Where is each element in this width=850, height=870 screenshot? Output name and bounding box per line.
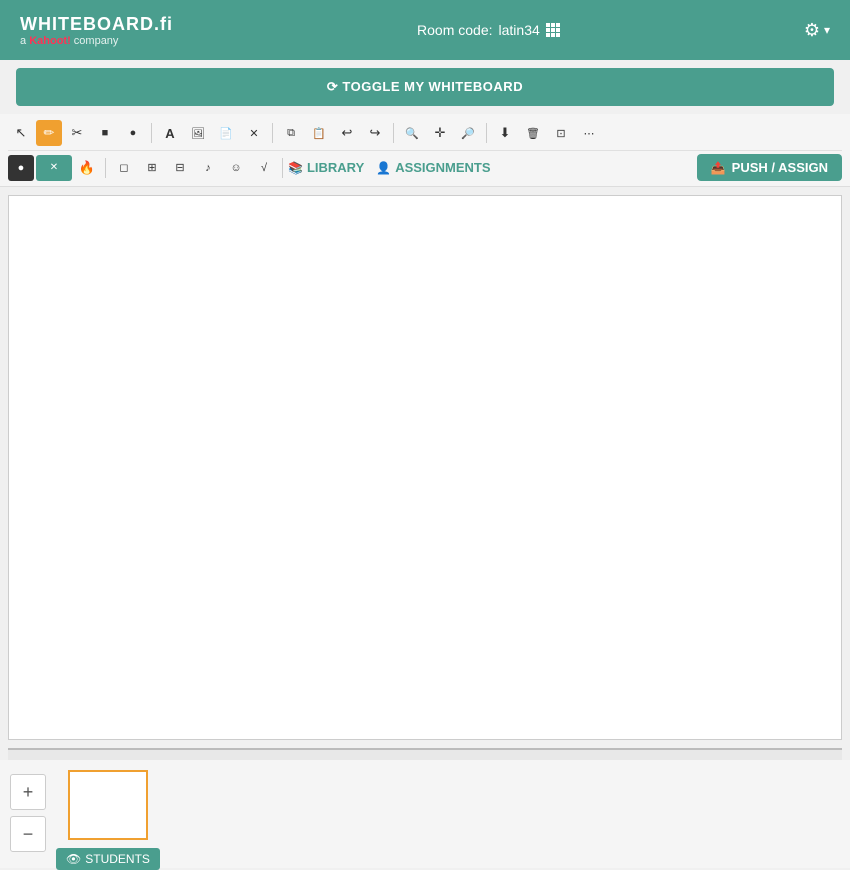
separator-4: [486, 123, 487, 143]
settings-button[interactable]: ⚙ ▾: [804, 20, 830, 41]
paste-tool[interactable]: 📋: [306, 120, 332, 146]
push-assign-icon: 📤: [711, 161, 726, 175]
logo-text: WHITEBOARD.fi: [20, 14, 173, 35]
logo-area: WHITEBOARD.fi a Kahoot! company: [20, 14, 173, 47]
math-button[interactable]: √: [251, 155, 277, 181]
emoji-button[interactable]: ☺: [223, 155, 249, 181]
students-eye-icon: 👁: [66, 852, 81, 866]
cross-tool[interactable]: ✕: [241, 120, 267, 146]
settings-dropdown-arrow: ▾: [824, 23, 830, 37]
assignments-icon: 👤: [376, 161, 391, 175]
text-tool[interactable]: A: [157, 120, 183, 146]
gear-icon: ⚙: [804, 20, 820, 41]
assignments-link[interactable]: 👤 ASSIGNMENTS: [376, 160, 490, 175]
toolbar-row1: ↖ ✏ ✂ ■ ● A 🖼 📄 ✕ ⧉ 📋 ↩ ↪ 🔍 ✛ 🔎 ⬇ 🗑 ⊡ ⋯: [8, 116, 842, 151]
push-assign-label: PUSH / ASSIGN: [732, 160, 828, 175]
move-tool[interactable]: ✛: [427, 120, 453, 146]
grid-icon: [546, 23, 560, 37]
bottom-strip: [8, 748, 842, 760]
library-link[interactable]: 📚 LIBRARY: [288, 160, 364, 175]
toolbar-area: ↖ ✏ ✂ ■ ● A 🖼 📄 ✕ ⧉ 📋 ↩ ↪ 🔍 ✛ 🔎 ⬇ 🗑 ⊡ ⋯ …: [0, 114, 850, 187]
separator-2: [272, 123, 273, 143]
pen-tool[interactable]: ✏: [36, 120, 62, 146]
header: WHITEBOARD.fi a Kahoot! company Room cod…: [0, 0, 850, 60]
image-tool[interactable]: 🖼: [185, 120, 211, 146]
toolbar-row2: ● ✕ 🔥 ◻ ⊞ ⊟ ♪ ☺ √ 📚 LIBRARY 👤 ASSIGNMENT…: [8, 151, 842, 184]
nav-links: 📚 LIBRARY 👤 ASSIGNMENTS: [288, 160, 491, 175]
toggle-whiteboard-button[interactable]: ⟳ TOGGLE MY WHITEBOARD: [16, 68, 834, 106]
separator-row2b: [282, 158, 283, 178]
zoom-in-tool[interactable]: 🔍: [399, 120, 425, 146]
thumbnails-area: + − 👁 STUDENTS: [0, 760, 850, 868]
eraser-x-icon: ✕: [50, 162, 58, 173]
room-code-area: Room code: latin34: [417, 22, 560, 38]
music-button[interactable]: ♪: [195, 155, 221, 181]
room-code-label: Room code:: [417, 22, 492, 38]
logo-sub: a Kahoot! company: [20, 35, 173, 47]
color-black-button[interactable]: ●: [8, 155, 34, 181]
separator-row2: [105, 158, 106, 178]
toggle-whiteboard-label: ⟳ TOGGLE MY WHITEBOARD: [327, 79, 523, 95]
separator-3: [393, 123, 394, 143]
page-thumbnail-container: 👁 STUDENTS: [56, 770, 160, 870]
square-tool[interactable]: ■: [92, 120, 118, 146]
copy-tool[interactable]: ⧉: [278, 120, 304, 146]
toggle-bar-container: ⟳ TOGGLE MY WHITEBOARD: [0, 60, 850, 114]
cut-tool[interactable]: ✂: [64, 120, 90, 146]
select-tool[interactable]: ↖: [8, 120, 34, 146]
clear-tool[interactable]: ⊡: [548, 120, 574, 146]
students-button[interactable]: 👁 STUDENTS: [56, 848, 160, 870]
table1-button[interactable]: ⊞: [139, 155, 165, 181]
document-tool[interactable]: 📄: [213, 120, 239, 146]
library-label: LIBRARY: [307, 160, 364, 175]
library-icon: 📚: [288, 161, 303, 175]
download-tool[interactable]: ⬇: [492, 120, 518, 146]
room-code-value: latin34: [499, 22, 540, 38]
zoom-out-tool[interactable]: 🔎: [455, 120, 481, 146]
remove-page-button[interactable]: −: [10, 816, 46, 852]
kahoot-brand: Kahoot!: [29, 35, 71, 47]
undo-tool[interactable]: ↩: [334, 120, 360, 146]
separator-1: [151, 123, 152, 143]
eraser-x-button[interactable]: ✕: [36, 155, 72, 181]
delete-page-tool[interactable]: 🗑: [520, 120, 546, 146]
students-label: STUDENTS: [85, 852, 150, 866]
fire-button[interactable]: 🔥: [74, 155, 100, 181]
eraser-shape-button[interactable]: ◻: [111, 155, 137, 181]
assignments-label: ASSIGNMENTS: [395, 160, 490, 175]
whiteboard-canvas[interactable]: [8, 195, 842, 740]
table2-button[interactable]: ⊟: [167, 155, 193, 181]
toolbar-row2-left: ● ✕ 🔥 ◻ ⊞ ⊟ ♪ ☺ √ 📚 LIBRARY 👤 ASSIGNMENT…: [8, 155, 491, 181]
page-controls: + −: [10, 774, 46, 852]
redo-tool[interactable]: ↪: [362, 120, 388, 146]
circle-tool[interactable]: ●: [120, 120, 146, 146]
add-page-button[interactable]: +: [10, 774, 46, 810]
more-tool[interactable]: ⋯: [576, 120, 602, 146]
push-assign-button[interactable]: 📤 PUSH / ASSIGN: [697, 154, 842, 181]
page-thumbnail-1[interactable]: [68, 770, 148, 840]
